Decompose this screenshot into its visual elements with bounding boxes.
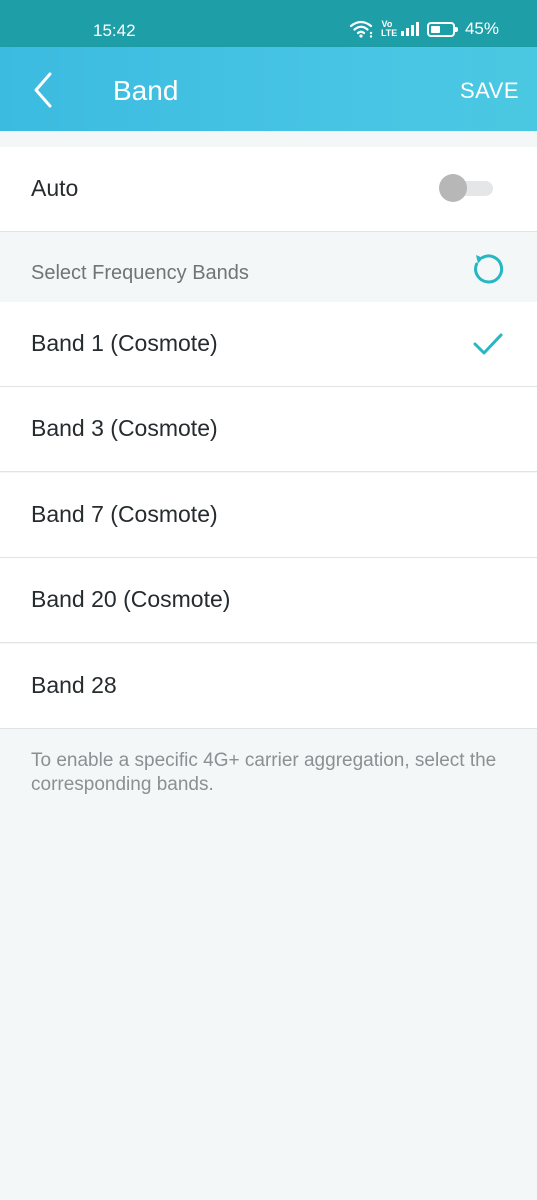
status-time: 15:42 bbox=[93, 21, 136, 40]
band-label: Band 28 bbox=[31, 672, 117, 698]
battery-icon bbox=[426, 21, 458, 37]
band-row[interactable]: Band 7 (Cosmote) bbox=[0, 473, 537, 558]
footer-note: To enable a specific 4G+ carrier aggrega… bbox=[31, 750, 497, 795]
band-row[interactable]: Band 20 (Cosmote) bbox=[0, 558, 537, 643]
app-bar: Band SAVE bbox=[0, 47, 537, 131]
chevron-left-icon bbox=[34, 72, 52, 108]
reset-icon bbox=[474, 254, 504, 284]
top-spacer bbox=[0, 131, 537, 147]
band-label: Band 20 (Cosmote) bbox=[31, 586, 231, 612]
band-label: Band 3 (Cosmote) bbox=[31, 415, 218, 441]
checkmark-icon bbox=[473, 333, 503, 355]
battery-fill bbox=[430, 25, 440, 33]
auto-label: Auto bbox=[31, 175, 79, 201]
band-row[interactable]: Band 3 (Cosmote) bbox=[0, 387, 537, 472]
save-button[interactable]: SAVE bbox=[460, 78, 519, 104]
status-bar: 15:42 Vo LTE 45% bbox=[0, 0, 537, 47]
back-button[interactable] bbox=[24, 68, 64, 112]
band-label: Band 1 (Cosmote) bbox=[31, 330, 218, 356]
reset-button[interactable] bbox=[472, 251, 506, 285]
band-row[interactable]: Band 1 (Cosmote) bbox=[0, 302, 537, 387]
status-icons: Vo LTE 45% bbox=[349, 19, 499, 39]
section-header: Select Frequency Bands bbox=[0, 232, 537, 302]
toggle-knob bbox=[439, 174, 467, 202]
band-row[interactable]: Band 28 bbox=[0, 644, 537, 729]
band-label: Band 7 (Cosmote) bbox=[31, 501, 218, 527]
signal-icon bbox=[400, 22, 419, 36]
wifi-icon bbox=[349, 20, 373, 38]
section-title: Select Frequency Bands bbox=[31, 262, 249, 284]
auto-toggle[interactable] bbox=[439, 174, 495, 202]
volte-badge: Vo LTE bbox=[380, 19, 398, 38]
page-title: Band bbox=[113, 75, 179, 106]
battery-percent: 45% bbox=[464, 19, 499, 38]
